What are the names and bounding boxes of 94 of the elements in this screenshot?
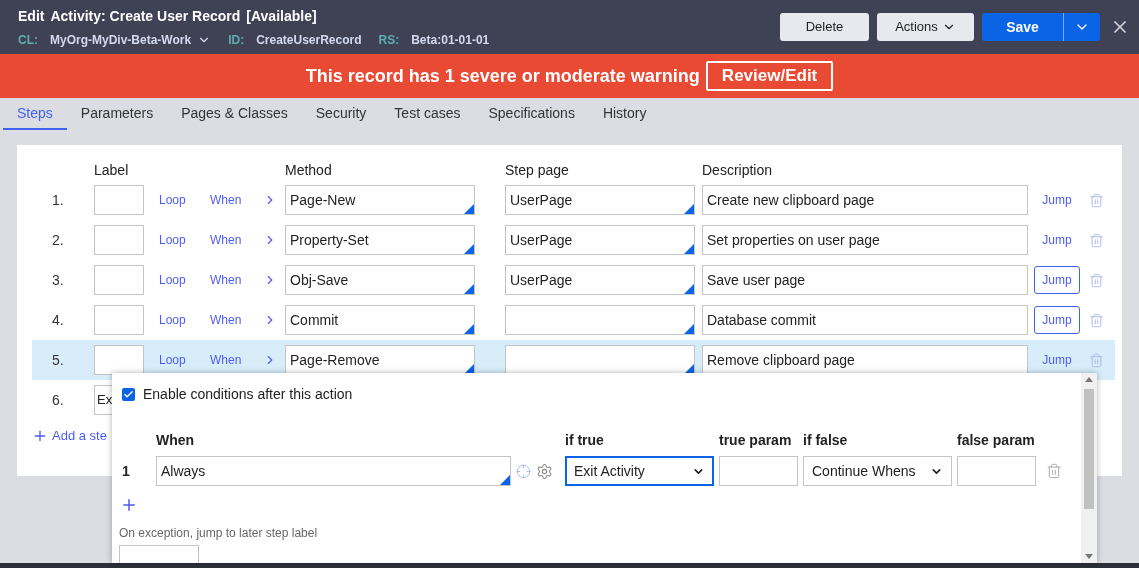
step-page-field[interactable] <box>505 305 695 335</box>
tab[interactable]: Specifications <box>474 98 589 130</box>
edit-label: Edit <box>18 6 45 26</box>
step-number: 3. <box>51 270 65 290</box>
true-param-field[interactable] <box>719 456 798 486</box>
tab[interactable]: Test cases <box>380 98 475 130</box>
add-condition-icon[interactable] <box>120 496 138 514</box>
if-false-select[interactable]: Continue Whens <box>803 456 952 486</box>
jump-button[interactable]: Jump <box>1034 226 1080 254</box>
column-header: Step page <box>505 160 570 180</box>
meta-key: RS: <box>378 30 400 49</box>
add-step-link[interactable]: Add a ste <box>32 426 107 446</box>
column-header: false param <box>957 430 1035 450</box>
jump-button[interactable]: Jump <box>1034 186 1080 214</box>
actions-button[interactable]: Actions <box>877 13 974 41</box>
step-number: 5. <box>51 350 65 370</box>
column-header: Method <box>285 160 333 180</box>
review-edit-button[interactable]: Review/Edit <box>705 61 834 91</box>
window-title: Activity: Create User Record <box>50 6 241 26</box>
step-number: 4. <box>51 310 65 330</box>
when-link[interactable]: When <box>210 311 263 329</box>
label-field[interactable] <box>94 345 144 375</box>
tab[interactable]: Parameters <box>66 98 168 130</box>
checkbox[interactable] <box>122 388 135 401</box>
trash-icon[interactable] <box>1046 463 1062 479</box>
step-page-field[interactable]: UserPage <box>505 265 695 295</box>
method-field[interactable]: Property-Set <box>285 225 475 255</box>
jump-button[interactable]: Jump <box>1034 346 1080 374</box>
label-field[interactable] <box>94 265 144 295</box>
when-field[interactable]: Always <box>156 456 511 486</box>
tab[interactable]: Steps <box>3 98 67 130</box>
loop-link[interactable]: Loop <box>159 351 210 369</box>
trash-icon[interactable] <box>1089 232 1104 248</box>
tab[interactable]: Pages & Classes <box>167 98 302 130</box>
column-header: true param <box>719 430 793 450</box>
meta-key: ID: <box>228 30 245 49</box>
trash-icon[interactable] <box>1089 272 1104 288</box>
delete-button[interactable]: Delete <box>780 13 869 41</box>
tab[interactable]: Security <box>301 98 381 130</box>
jump-button[interactable]: Jump <box>1034 306 1080 334</box>
save-options-button[interactable] <box>1063 13 1100 41</box>
loop-link[interactable]: Loop <box>159 231 210 249</box>
trash-icon[interactable] <box>1089 192 1104 208</box>
when-link[interactable]: When <box>210 191 263 209</box>
step-number: 6. <box>51 390 65 410</box>
meta-value: CreateUserRecord <box>256 31 362 49</box>
if-true-select[interactable]: Exit Activity <box>565 456 714 486</box>
step-number: 1. <box>51 190 65 210</box>
status-label: [Available] <box>246 6 317 26</box>
column-header: When <box>156 430 196 450</box>
tab[interactable]: History <box>588 98 661 130</box>
when-link[interactable]: When <box>210 351 263 369</box>
trash-icon[interactable] <box>1089 352 1104 368</box>
when-link[interactable]: When <box>210 271 263 289</box>
column-header: if true <box>565 430 605 450</box>
when-link[interactable]: When <box>210 231 263 249</box>
column-header: if false <box>803 430 849 450</box>
loop-link[interactable]: Loop <box>159 271 210 289</box>
meta-value[interactable]: MyOrg-MyDiv-Beta-Work <box>50 30 212 49</box>
method-field[interactable]: Obj-Save <box>285 265 475 295</box>
checkbox-label: Enable conditions after this action <box>143 385 353 404</box>
exception-label: On exception, jump to later step label <box>119 525 319 542</box>
loop-link[interactable]: Loop <box>159 311 210 329</box>
method-field[interactable]: Commit <box>285 305 475 335</box>
label-field[interactable]: Ex <box>94 385 112 415</box>
scrollbar[interactable] <box>1081 373 1097 563</box>
description-field[interactable]: Database commit <box>702 305 1028 335</box>
meta-key: CL: <box>18 30 38 49</box>
jump-button[interactable]: Jump <box>1034 266 1080 294</box>
description-field[interactable]: Save user page <box>702 265 1028 295</box>
meta-value: Beta:01-01-01 <box>411 31 490 49</box>
condition-number: 1 <box>121 461 131 481</box>
description-field[interactable]: Set properties on user page <box>702 225 1028 255</box>
step-number: 2. <box>51 230 65 250</box>
label-field[interactable] <box>94 185 144 215</box>
label-field[interactable] <box>94 305 144 335</box>
column-header: Label <box>94 160 130 180</box>
settings-icon[interactable] <box>536 462 553 480</box>
method-field[interactable]: Page-Remove <box>285 345 475 375</box>
description-field[interactable]: Create new clipboard page <box>702 185 1028 215</box>
corner-marker-icon <box>500 475 510 485</box>
method-field[interactable]: Page-New <box>285 185 475 215</box>
column-header: Description <box>702 160 773 180</box>
step-page-field[interactable]: UserPage <box>505 225 695 255</box>
step-page-field[interactable] <box>505 345 695 375</box>
target-icon[interactable] <box>516 463 531 479</box>
description-field[interactable]: Remove clipboard page <box>702 345 1028 375</box>
trash-icon[interactable] <box>1089 312 1104 328</box>
warning-message: This record has 1 severe or moderate warning <box>305 64 700 88</box>
loop-link[interactable]: Loop <box>159 191 210 209</box>
save-button[interactable]: Save <box>982 13 1063 41</box>
false-param-field[interactable] <box>957 456 1036 486</box>
step-page-field[interactable]: UserPage <box>505 185 695 215</box>
label-field[interactable] <box>94 225 144 255</box>
